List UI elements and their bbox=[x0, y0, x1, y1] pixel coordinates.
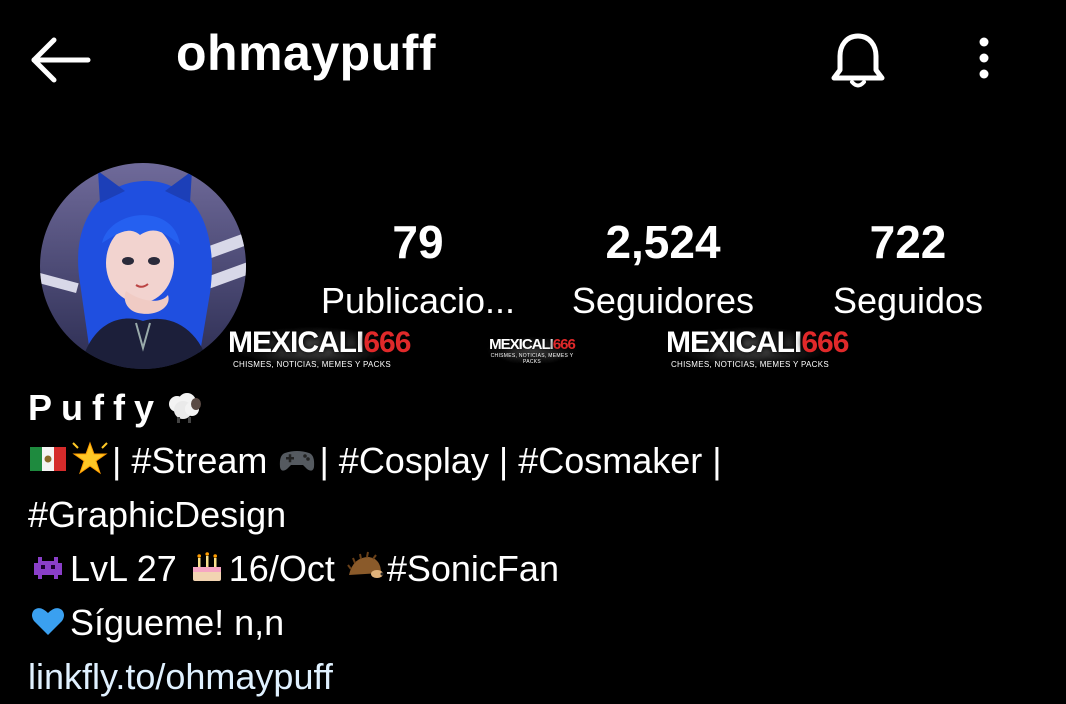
arrow-left-icon bbox=[31, 37, 91, 83]
bio-hashtags-cosplay: | #Cosplay | #Cosmaker | bbox=[319, 440, 722, 481]
bio-name-row: Puffy bbox=[28, 382, 1038, 434]
profile-username: ohmaypuff bbox=[176, 25, 437, 81]
hedgehog-icon bbox=[345, 547, 385, 587]
bio-level: LvL 27 bbox=[70, 548, 177, 589]
watermark-logo: MEXICALI666 CHISMES, NOTICIAS, MEMES Y P… bbox=[484, 336, 580, 365]
bio-follow-me: Sígueme! n,n bbox=[70, 602, 285, 643]
followers-label: Seguidores bbox=[571, 280, 755, 321]
display-name: Puffy bbox=[28, 387, 163, 428]
posts-label: Publicacio... bbox=[320, 280, 516, 321]
bio-website-link[interactable]: linkfly.to/ohmaypuff bbox=[28, 650, 1038, 704]
posts-count: 79 bbox=[392, 216, 444, 268]
watermark-logo: MEXICALI666 CHISMES, NOTICIAS, MEMES Y P… bbox=[666, 326, 849, 369]
glowing-star-icon bbox=[70, 439, 110, 479]
watermark-logo: MEXICALI666 CHISMES, NOTICIAS, MEMES Y P… bbox=[228, 326, 411, 369]
stat-posts[interactable]: 79 Publicacio... bbox=[298, 212, 538, 326]
alien-monster-icon bbox=[28, 547, 68, 587]
more-options-button[interactable] bbox=[964, 32, 1004, 88]
bio-line-1: | #Stream | #Cosplay | #Cosmaker | bbox=[28, 434, 1038, 488]
followers-count: 2,524 bbox=[605, 216, 721, 268]
following-count: 722 bbox=[869, 216, 947, 268]
profile-avatar[interactable] bbox=[40, 163, 246, 369]
more-vertical-icon bbox=[979, 37, 989, 79]
birthday-cake-icon bbox=[187, 547, 227, 587]
bio-birthday: 16/Oct bbox=[228, 548, 335, 589]
stat-following[interactable]: 722 Seguidos bbox=[788, 212, 1028, 326]
game-controller-icon bbox=[277, 439, 317, 479]
back-button[interactable] bbox=[28, 34, 92, 86]
bell-icon bbox=[831, 33, 885, 88]
bio-line-3: LvL 27 16/Oct #SonicFan bbox=[28, 542, 1038, 596]
bio-line-2: #GraphicDesign bbox=[28, 494, 287, 535]
bio-hashtag-sonicfan: #SonicFan bbox=[386, 548, 559, 589]
sheep-icon bbox=[163, 386, 203, 426]
mexico-flag-icon bbox=[28, 439, 68, 479]
bio-line-4: Sígueme! n,n bbox=[28, 596, 1038, 650]
top-bar: ohmaypuff bbox=[0, 0, 1066, 120]
profile-bio: Puffy | #Stream | #Cosplay | #Cosmaker |… bbox=[28, 382, 1038, 704]
avatar-image bbox=[40, 163, 246, 369]
following-label: Seguidos bbox=[832, 280, 984, 321]
blue-heart-icon bbox=[28, 601, 68, 641]
stat-followers[interactable]: 2,524 Seguidores bbox=[543, 212, 783, 326]
notifications-button[interactable] bbox=[826, 28, 890, 92]
bio-hashtag-stream: | #Stream bbox=[112, 440, 268, 481]
